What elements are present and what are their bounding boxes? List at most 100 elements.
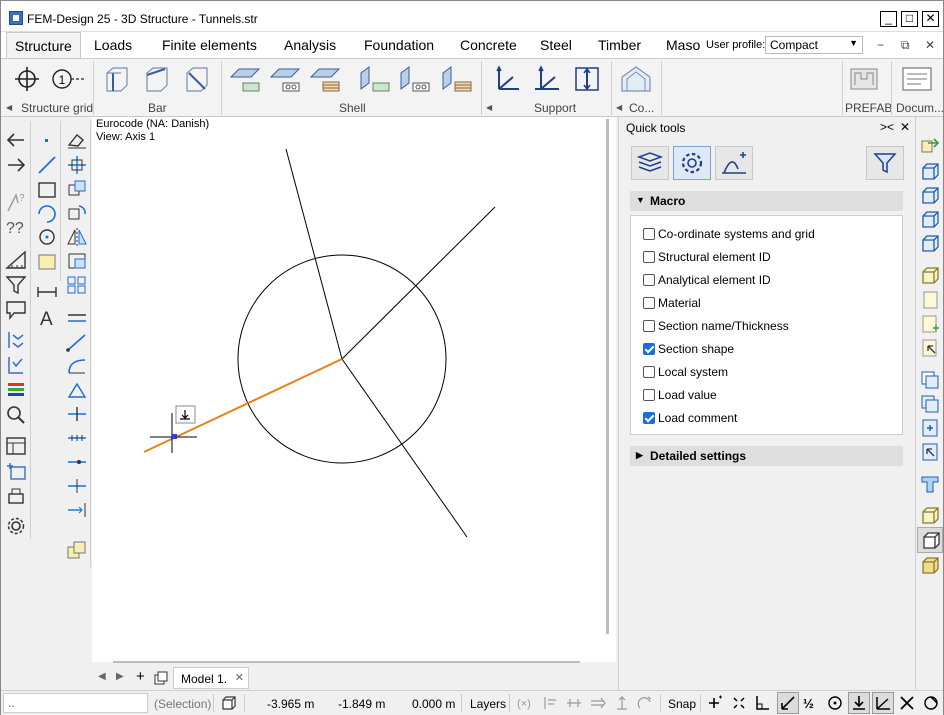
export-icon[interactable] [919,133,941,155]
chevron-left-icon[interactable]: ◀ [486,103,492,112]
truss-icon[interactable] [183,65,211,93]
text-tool-icon[interactable]: A [35,306,59,328]
column-icon[interactable] [103,65,131,93]
page-icon[interactable] [919,289,941,311]
tab-concrete[interactable]: Concrete [460,37,517,53]
snap-center-icon[interactable] [826,694,844,712]
layers-button[interactable]: Layers [470,697,506,711]
add-view-icon[interactable] [4,460,28,482]
layers-color-icon[interactable] [4,379,28,401]
checkbox[interactable] [643,366,655,378]
filter-icon[interactable] [4,274,28,296]
minimize-button[interactable]: _ [880,11,897,27]
chamfer-icon[interactable] [65,379,89,401]
constraint-x-icon[interactable]: (×) [516,694,534,712]
prefab-icon[interactable] [849,65,879,93]
close-panel-button[interactable]: ✕ [900,120,910,134]
trim-icon[interactable] [65,451,89,473]
join-icon[interactable] [65,499,89,521]
coordinate-tool-button[interactable] [715,146,753,180]
tab-foundation[interactable]: Foundation [364,37,434,53]
cube-top-icon[interactable] [919,265,941,287]
constraint-parallel-icon[interactable] [589,694,607,712]
maximize-button[interactable]: □ [901,11,918,27]
add-page-icon[interactable] [919,313,941,335]
extend-icon[interactable] [65,331,89,353]
window-add-icon[interactable] [919,417,941,439]
tab-structure[interactable]: Structure [6,32,81,59]
zoom-icon[interactable] [4,404,28,426]
documentation-icon[interactable] [901,65,933,93]
mirror-icon[interactable] [65,226,89,248]
beam-icon[interactable] [143,65,171,93]
surface-support-icon[interactable] [573,65,601,93]
snap-grid-icon[interactable] [730,694,748,712]
snap-endpoint-icon[interactable] [706,694,724,712]
offset-icon[interactable] [65,307,89,329]
circle-tool-icon[interactable] [35,226,59,248]
checkbox[interactable] [643,228,655,240]
group-icon[interactable] [65,539,89,561]
layers-tool-button[interactable] [631,146,669,180]
add-tab-icon[interactable]: + [136,668,145,685]
numbered-grid-icon[interactable]: 1 [51,65,85,93]
display-settings-button[interactable] [673,146,711,180]
drawing-canvas[interactable]: Eurocode (NA: Danish) View: Axis 1 [92,117,616,662]
macro-section-header[interactable]: ▼ Macro [630,191,903,211]
checkbox[interactable] [643,343,655,355]
cube-left-icon[interactable] [919,209,941,231]
constraint-horizontal-icon[interactable] [565,694,583,712]
checkbox[interactable] [643,274,655,286]
cube-right-icon[interactable] [919,233,941,255]
wall-slab-icon[interactable] [397,65,431,93]
constraint-angle-icon[interactable] [636,694,654,712]
gear-icon[interactable] [4,515,28,537]
drawn-line[interactable] [341,206,496,360]
tab-analysis[interactable]: Analysis [284,37,336,53]
tab-prev-icon[interactable]: ◀ [98,671,106,682]
view-sequence-icon[interactable] [4,329,28,351]
close-button[interactable]: ✕ [922,11,939,27]
horizontal-scrollbar[interactable] [113,661,580,663]
detailed-settings-header[interactable]: ▶ Detailed settings [630,446,903,466]
constraint-vertical-icon[interactable] [613,694,631,712]
comment-icon[interactable] [4,299,28,321]
copy-icon[interactable] [65,178,89,200]
cube-front-icon[interactable] [919,161,941,183]
drawn-line[interactable] [285,148,343,360]
dimension-tool-icon[interactable] [35,281,59,303]
array-icon[interactable] [65,274,89,296]
section-icon[interactable] [919,473,941,495]
point-tool-icon[interactable] [35,129,59,151]
checkbox[interactable] [643,320,655,332]
table-icon[interactable] [4,435,28,457]
solid-view-icon[interactable] [919,555,941,577]
print-icon[interactable] [4,485,28,507]
ruler-icon[interactable] [4,249,28,271]
eraser-icon[interactable] [65,129,89,151]
point-support-icon[interactable] [493,65,521,93]
close-tab-icon[interactable]: ✕ [235,671,244,684]
page-select-icon[interactable] [919,337,941,359]
point-grid-icon[interactable] [13,65,41,93]
checkbox[interactable] [643,389,655,401]
tab-finite-elements[interactable]: Finite elements [162,37,257,53]
tab-model-1[interactable]: Model 1. ✕ [173,667,249,689]
checkbox[interactable] [643,251,655,263]
tab-loads[interactable]: Loads [94,37,132,53]
ribbon-restore-button[interactable]: ⧉ [901,38,910,53]
checkbox[interactable] [643,412,655,424]
divide-icon[interactable] [65,427,89,449]
tab-masonry[interactable]: Maso [666,37,700,53]
query-icon[interactable]: ?? [4,216,28,238]
window-select-icon[interactable] [919,441,941,463]
cube-back-icon[interactable] [919,185,941,207]
cube-icon[interactable] [220,694,238,712]
slab-icon[interactable] [269,65,303,93]
move-icon[interactable] [65,154,89,176]
collapse-panel-button[interactable]: >< [880,120,894,134]
window-icon[interactable] [919,369,941,391]
break-icon[interactable] [65,475,89,497]
snap-nearest-button[interactable] [777,692,799,714]
arc-tool-icon[interactable] [35,203,59,225]
